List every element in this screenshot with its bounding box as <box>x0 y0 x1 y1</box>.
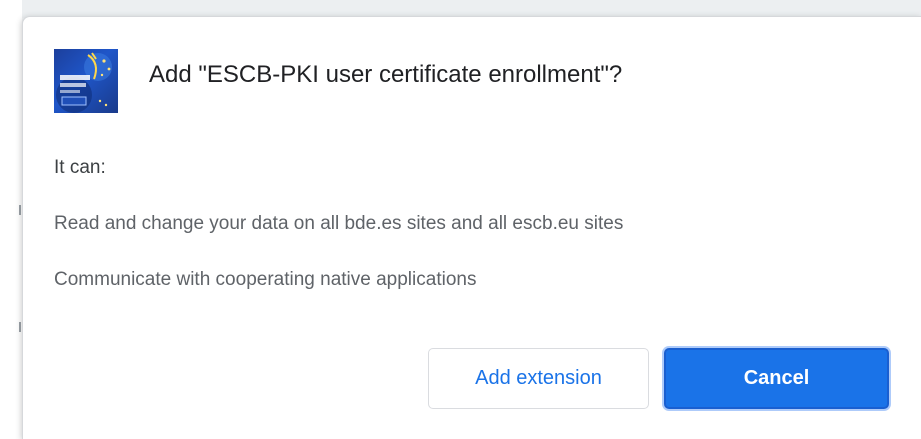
page-edge-mark <box>19 322 21 332</box>
permissions-heading: It can: <box>54 157 106 178</box>
page-backdrop <box>0 0 22 439</box>
permission-item: Communicate with cooperating native appl… <box>54 269 477 290</box>
add-extension-button[interactable]: Add extension <box>428 348 649 409</box>
page-edge-mark <box>19 205 21 215</box>
escb-pki-extension-icon <box>54 49 118 113</box>
permission-item: Read and change your data on all bde.es … <box>54 213 624 234</box>
add-extension-dialog: Add "ESCB-PKI user certificate enrollmen… <box>22 16 921 439</box>
cancel-button[interactable]: Cancel <box>664 348 889 409</box>
dialog-title: Add "ESCB-PKI user certificate enrollmen… <box>149 61 623 88</box>
